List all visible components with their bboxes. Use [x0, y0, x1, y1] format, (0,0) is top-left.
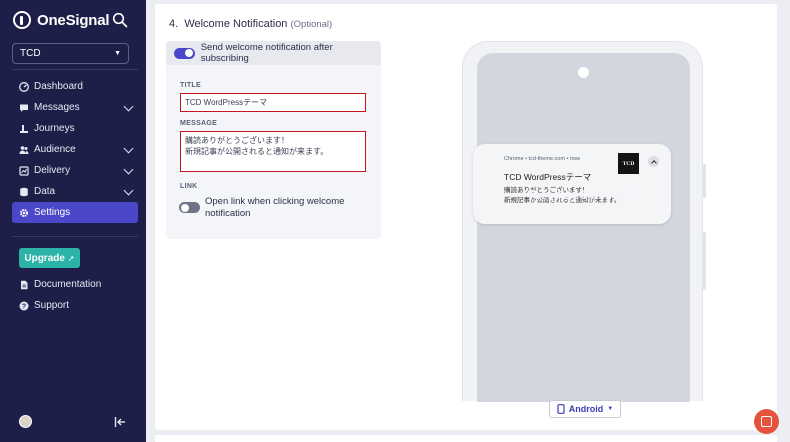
divider	[12, 69, 138, 70]
avatar[interactable]	[19, 415, 32, 428]
sidebar-item-journeys[interactable]: Journeys	[12, 118, 138, 139]
sidebar-item-documentation[interactable]: Documentation	[12, 274, 138, 295]
chevron-up-icon[interactable]	[648, 156, 659, 167]
link-toggle[interactable]	[179, 202, 200, 213]
gear-icon	[18, 207, 29, 218]
phone-preview: Chrome • tcd-theme.com • now TCD WordPre…	[462, 41, 706, 402]
collapse-sidebar-icon[interactable]	[114, 416, 126, 428]
lock-screen-date: Tuesday, October 14	[527, 190, 640, 202]
platform-select[interactable]: Android ▼	[549, 400, 621, 418]
journeys-icon	[18, 123, 29, 134]
title-input[interactable]: TCD WordPressテーマ	[180, 93, 366, 112]
sidebar-item-label: Journeys	[34, 123, 75, 134]
search-icon[interactable]	[112, 12, 128, 28]
notification-source: Chrome • tcd-theme.com • now	[504, 156, 580, 162]
phone-side-button	[703, 164, 706, 198]
link-toggle-label: Open link when clicking welcome notifica…	[205, 196, 345, 219]
data-icon	[18, 186, 29, 197]
rocket-icon: ➚	[67, 253, 75, 263]
onesignal-logo-icon	[13, 11, 31, 29]
sidebar-item-data[interactable]: Data	[12, 181, 138, 202]
welcome-toggle-row: Send welcome notification after subscrib…	[166, 41, 381, 65]
sidebar-item-settings[interactable]: Settings	[12, 202, 138, 223]
notification-icon: TCD	[618, 153, 639, 174]
sidebar-secondary-nav: Documentation ? Support	[12, 274, 138, 316]
sidebar-item-dashboard[interactable]: Dashboard	[12, 76, 138, 97]
sidebar-item-label: Support	[34, 300, 70, 311]
delivery-icon	[18, 165, 29, 176]
divider	[12, 236, 138, 237]
messages-icon	[18, 102, 29, 113]
upgrade-label: Upgrade	[24, 252, 65, 264]
message-label: MESSAGE	[180, 120, 218, 127]
caret-down-icon: ▼	[114, 50, 121, 57]
platform-select-value: Android	[568, 404, 604, 414]
link-toggle-row: Open link when clicking welcome notifica…	[179, 196, 355, 220]
chat-support-button[interactable]	[754, 409, 779, 434]
audience-icon	[18, 144, 29, 155]
chevron-down-icon	[123, 101, 134, 112]
phone-side-button	[703, 232, 706, 290]
section-number: 4.	[169, 18, 179, 30]
message-line: 購読ありがとうございます！	[185, 136, 289, 145]
message-input[interactable]: 購読ありがとうございます！ 新規記事が公開されると通知が来ます。	[180, 131, 366, 172]
notification-title: TCD WordPressテーマ	[504, 172, 592, 182]
welcome-settings-panel: Send welcome notification after subscrib…	[166, 41, 381, 239]
sidebar-item-label: Settings	[34, 207, 71, 218]
sidebar-item-audience[interactable]: Audience	[12, 139, 138, 160]
sidebar-item-label: Audience	[34, 144, 76, 155]
sidebar-item-delivery[interactable]: Delivery	[12, 160, 138, 181]
brand[interactable]: OneSignal	[13, 11, 110, 29]
title-label: TITLE	[180, 82, 201, 89]
phone-screen: Chrome • tcd-theme.com • now TCD WordPre…	[473, 53, 690, 402]
app-select[interactable]: TCD ▼	[12, 43, 129, 64]
chevron-down-icon	[123, 143, 134, 154]
chevron-down-icon	[123, 185, 134, 196]
mobile-phone-icon	[557, 404, 565, 414]
caret-down-icon: ▼	[607, 406, 614, 412]
chevron-down-icon	[123, 164, 134, 175]
welcome-notification-card: 4. Welcome Notification (Optional) Send …	[155, 4, 777, 430]
app-select-value: TCD	[20, 48, 41, 59]
help-icon: ?	[18, 300, 29, 311]
sidebar-item-messages[interactable]: Messages	[12, 97, 138, 118]
sidebar-item-label: Messages	[34, 102, 80, 113]
notification-preview: Chrome • tcd-theme.com • now TCD WordPre…	[473, 144, 671, 224]
sidebar-item-support[interactable]: ? Support	[12, 295, 138, 316]
link-label: LINK	[180, 183, 198, 190]
sidebar-item-label: Delivery	[34, 165, 71, 176]
dashboard-icon	[18, 81, 29, 92]
sidebar-item-label: Dashboard	[34, 81, 83, 92]
welcome-toggle[interactable]	[174, 47, 195, 59]
document-icon	[18, 279, 29, 290]
section-title-text: Welcome Notification	[184, 18, 288, 30]
message-line: 新規記事が公開されると通知が来ます。	[185, 147, 329, 156]
upgrade-button[interactable]: Upgrade ➚	[19, 248, 80, 268]
sidebar-item-label: Data	[34, 186, 56, 197]
section-title: 4. Welcome Notification (Optional)	[169, 18, 332, 30]
camera-icon	[578, 67, 589, 78]
sidebar-nav: Dashboard Messages Journeys Audience Del…	[12, 76, 138, 223]
welcome-toggle-label: Send welcome notification after subscrib…	[200, 42, 333, 64]
svg-text:?: ?	[21, 303, 25, 310]
brand-name: OneSignal	[37, 11, 110, 29]
optional-tag: (Optional)	[290, 19, 333, 30]
sidebar-item-label: Documentation	[34, 279, 102, 290]
next-section-card	[155, 435, 777, 442]
sidebar: OneSignal TCD ▼ Dashboard Messages Journ…	[0, 0, 146, 442]
